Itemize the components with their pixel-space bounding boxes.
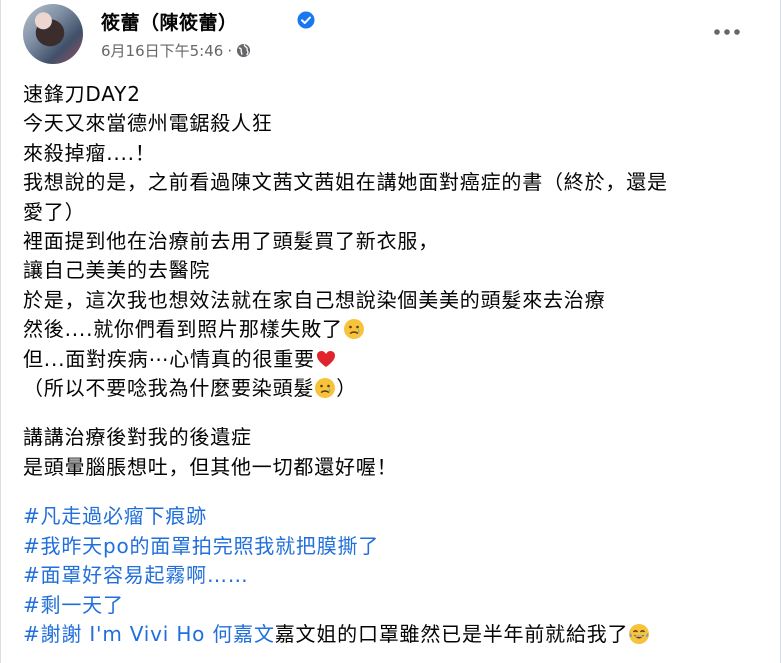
text-line: #謝謝 I'm Vivi Ho 何嘉文嘉文姐的口罩雖然已是半年前就給我了 (23, 620, 760, 649)
meta-separator: · (227, 42, 233, 60)
text-segment: 但...面對疾病⋯心情真的很重要 (23, 346, 315, 371)
paragraph-aftereffects: 講講治療後對我的後遺症 是頭暈腦脹想吐，但其他一切都還好喔！ (23, 423, 760, 482)
red-heart-icon (316, 350, 335, 367)
text-segment: 然後....就你們看到照片那樣失敗了 (23, 317, 343, 342)
hashtag-link[interactable]: #謝謝 (23, 622, 82, 646)
text-line: 是頭暈腦脹想吐，但其他一切都還好喔！ (23, 454, 398, 479)
paragraph-main: 速鋒刀DAY2 今天又來當德州電鋸殺人狂 來殺掉瘤....！ 我想說的是，之前看… (23, 80, 760, 403)
post-content: 速鋒刀DAY2 今天又來當德州電鋸殺人狂 來殺掉瘤....！ 我想說的是，之前看… (23, 80, 760, 649)
post-header: 筱蕾（陳筱蕾） 6月16日下午5:46 · (21, 4, 762, 66)
sad-tear-emoji-icon (343, 319, 364, 340)
post-timestamp[interactable]: 6月16日下午5:46 (101, 42, 223, 60)
sad-tear-emoji-icon (315, 378, 336, 399)
post-meta: 6月16日下午5:46 · (101, 40, 251, 61)
text-segment: 嘉文姐的口罩雖然已是半年前就給我了 (274, 621, 629, 646)
text-line: 講講治療後對我的後遺症 (23, 425, 252, 450)
hashtag-link[interactable]: #凡走過必瘤下痕跡 (23, 504, 207, 528)
text-segment: （所以不要唸我為什麼要染頭髮 (23, 376, 315, 401)
text-line: 我想說的是，之前看過陳文茜文茜姐在講她面對癌症的書（終於，還是 (23, 170, 668, 195)
globe-icon[interactable] (236, 43, 251, 58)
more-options-icon[interactable] (712, 26, 742, 38)
verified-badge-icon (297, 11, 315, 29)
text-line: 然後....就你們看到照片那樣失敗了 (23, 315, 760, 344)
avatar[interactable] (23, 4, 83, 64)
hashtag-link[interactable]: #面罩好容易起霧啊…… (23, 563, 249, 587)
author-name[interactable]: 筱蕾（陳筱蕾） (101, 8, 238, 35)
text-line: 來殺掉瘤....！ (23, 140, 156, 165)
text-line: 今天又來當德州電鋸殺人狂 (23, 111, 273, 136)
text-line: 但...面對疾病⋯心情真的很重要 (23, 345, 760, 374)
hashtag-list: #凡走過必瘤下痕跡 #我昨天po的面罩拍完照我就把膜撕了 #面罩好容易起霧啊……… (23, 502, 760, 649)
text-line: 愛了） (23, 199, 86, 224)
hashtag-link[interactable]: #我昨天po的面罩拍完照我就把膜撕了 (23, 534, 379, 558)
text-line: （所以不要唸我為什麼要染頭髮 ） (23, 374, 760, 403)
tears-of-joy-emoji-icon (629, 623, 650, 644)
text-line: 於是，這次我也想效法就在家自己想說染個美美的頭髮來去治療 (23, 287, 606, 312)
text-segment: ） (336, 376, 358, 401)
mention-link[interactable]: I'm Vivi Ho 何嘉文 (82, 622, 275, 646)
text-line: 裡面提到他在治療前去用了頭髮買了新衣服， (23, 229, 439, 254)
text-line: 讓自己美美的去醫院 (23, 258, 211, 283)
text-line: 速鋒刀DAY2 (23, 82, 141, 106)
hashtag-link[interactable]: #剩一天了 (23, 593, 124, 617)
